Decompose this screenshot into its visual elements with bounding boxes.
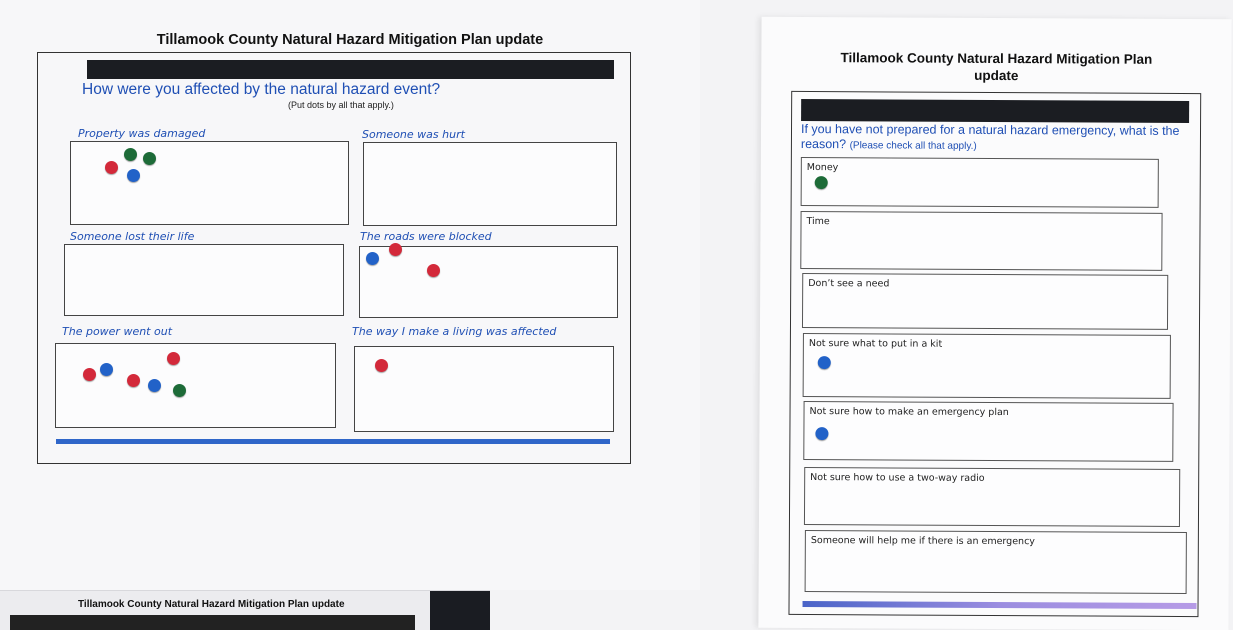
right-question: If you have not prepared for a natural h… [801,122,1196,155]
left-poster: Tillamook County Natural Hazard Mitigati… [0,0,700,590]
option-box: Time [800,210,1163,271]
option-label: Not sure how to use a two-way radio [810,472,985,484]
left-poster-title: Tillamook County Natural Hazard Mitigati… [156,32,544,48]
right-poster: Tillamook County Natural Hazard Mitigati… [758,16,1232,630]
sticker-dot-green [124,148,137,161]
sticker-dot-red [375,359,388,372]
sticker-dot-green [173,384,186,397]
option-label: Time [806,216,830,228]
option-box: Money [800,156,1159,208]
sticker-dot-red [167,352,180,365]
option-label: Someone will help me if there is an emer… [810,535,1035,548]
sticker-dot-red [83,368,96,381]
category-box [359,246,618,318]
category-box [354,346,614,432]
sticker-dot-red [105,161,118,174]
sticker-dot-red [389,243,402,256]
sticker-dot-blue [815,427,829,441]
sticker-dot-blue [148,379,161,392]
sticker-dot-red [427,264,440,277]
sticker-dot-blue [817,356,831,370]
option-label: Don’t see a need [808,278,890,290]
category-label: Property was damaged [78,127,206,140]
option-box: Not sure what to put in a kit [802,332,1171,399]
option-box: Not sure how to make an emergency plan [803,400,1174,462]
category-label: The power went out [62,325,173,338]
option-box: Not sure how to use a two-way radio [803,467,1181,527]
sticker-dot-blue [127,169,140,182]
sticker-dot-green [814,176,828,190]
category-box [70,141,349,225]
bottom-poster: Tillamook County Natural Hazard Mitigati… [0,590,490,630]
left-footer-bar [56,439,610,444]
sticker-dot-red [127,374,140,387]
right-poster-title: Tillamook County Natural Hazard Mitigati… [840,50,1153,84]
bottom-poster-title: Tillamook County Natural Hazard Mitigati… [78,599,345,610]
right-instruction: (Please check all that apply.) [849,140,977,152]
right-header-band [801,98,1190,124]
option-box: Someone will help me if there is an emer… [804,530,1187,595]
left-question: How were you affected by the natural haz… [82,81,441,98]
bottom-header-band [10,615,415,630]
left-header-band [87,60,614,79]
option-label: Not sure how to make an emergency plan [809,406,1009,419]
category-label: The way I make a living was affected [352,325,557,338]
category-box [363,142,617,226]
sticker-dot-blue [366,252,379,265]
option-label: Not sure what to put in a kit [808,338,943,350]
sticker-dot-blue [100,363,113,376]
option-box: Don’t see a need [801,272,1169,330]
category-label: The roads were blocked [360,230,492,243]
sticker-dot-green [143,152,156,165]
category-box [64,244,344,316]
category-box [55,343,336,428]
left-instruction: (Put dots by all that apply.) [288,100,394,110]
dark-background [430,591,490,630]
category-label: Someone lost their life [70,230,195,243]
category-label: Someone was hurt [362,128,465,141]
option-label: Money [806,162,839,174]
